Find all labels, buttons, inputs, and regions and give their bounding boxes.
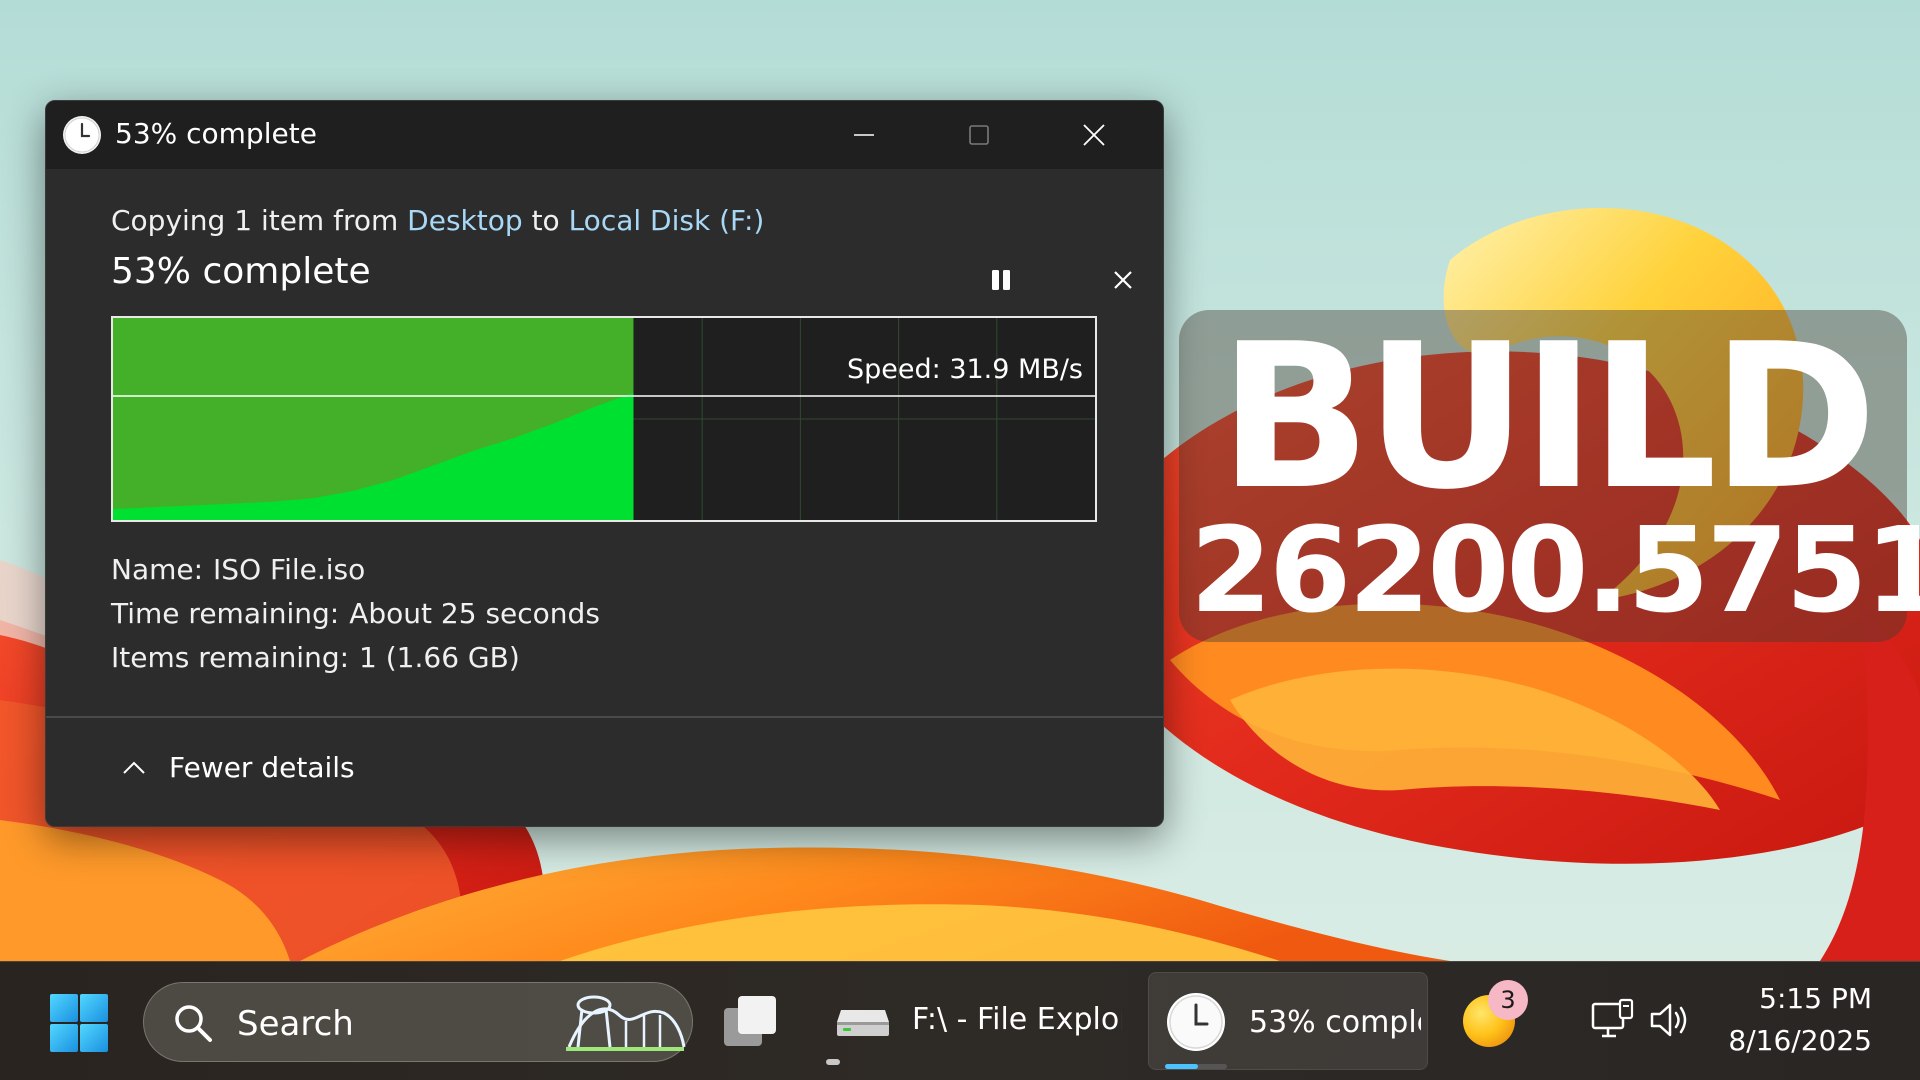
- task-view-icon: [724, 996, 776, 1046]
- destination-link[interactable]: Local Disk (F:): [569, 204, 765, 237]
- speed-label: Speed: 31.9 MB/s: [847, 354, 1083, 385]
- pause-button[interactable]: [986, 265, 1016, 295]
- clock-icon: [63, 116, 101, 154]
- cancel-icon: [1114, 271, 1132, 289]
- clock-time[interactable]: 5:15 PM: [1720, 982, 1872, 1015]
- cancel-copy-button[interactable]: [1108, 265, 1138, 295]
- chevron-up-icon: [123, 761, 145, 774]
- pause-icon: [992, 270, 1010, 290]
- clock-icon: [1167, 993, 1225, 1051]
- taskbar: Search F:\ - File Explorer: [0, 961, 1920, 1080]
- dialog-title: 53% complete: [115, 117, 317, 150]
- name-label: Name:: [111, 553, 204, 586]
- minimize-button[interactable]: [809, 101, 919, 169]
- task-view-button[interactable]: [720, 992, 782, 1052]
- taskbar-file-explorer[interactable]: F:\ - File Explorer: [830, 984, 1130, 1060]
- taskbar-progress-track: [1165, 1064, 1227, 1069]
- footer-divider: [46, 716, 1163, 718]
- speed-graph-canvas: [113, 318, 1095, 520]
- minimize-icon: [854, 134, 874, 136]
- transfer-speed-graph: Speed: 31.9 MB/s: [111, 316, 1097, 522]
- build-overlay-word: BUILD: [1218, 301, 1878, 534]
- fewer-details-toggle[interactable]: Fewer details: [121, 751, 355, 784]
- search-icon: [175, 1005, 212, 1042]
- windows-logo-icon: [50, 994, 108, 1052]
- close-button[interactable]: [1039, 101, 1149, 169]
- copy-connector: to: [531, 204, 560, 237]
- close-icon: [1083, 124, 1105, 146]
- copy-prefix: Copying 1 item from: [111, 204, 399, 237]
- items-label: Items remaining:: [111, 641, 350, 674]
- clock-date[interactable]: 8/16/2025: [1720, 1024, 1872, 1057]
- detail-name: Name: ISO File.iso: [111, 553, 365, 586]
- items-value: 1 (1.66 GB): [359, 641, 520, 674]
- taskbar-search[interactable]: Search: [143, 982, 693, 1062]
- detail-items-remaining: Items remaining: 1 (1.66 GB): [111, 641, 520, 674]
- search-highlight-icon: [566, 995, 686, 1051]
- name-value: ISO File.iso: [213, 553, 366, 586]
- maximize-button[interactable]: [924, 101, 1034, 169]
- build-overlay-number: 26200.5751: [1190, 501, 1920, 639]
- volume-icon[interactable]: [1648, 998, 1694, 1042]
- network-icon[interactable]: [1590, 998, 1634, 1042]
- copy-progress-dialog: 53% complete Copying 1 item from Desktop…: [45, 100, 1164, 827]
- time-value: About 25 seconds: [349, 597, 600, 630]
- search-placeholder: Search: [237, 1004, 354, 1044]
- fewer-details-label: Fewer details: [169, 751, 355, 784]
- detail-time-remaining: Time remaining: About 25 seconds: [111, 597, 600, 630]
- copy-progress-label: 53% complete: [1249, 1005, 1421, 1040]
- percent-complete-heading: 53% complete: [111, 251, 371, 292]
- source-link[interactable]: Desktop: [407, 204, 522, 237]
- dialog-titlebar[interactable]: 53% complete: [46, 101, 1163, 169]
- time-label: Time remaining:: [111, 597, 340, 630]
- running-indicator: [826, 1059, 840, 1065]
- file-explorer-label: F:\ - File Explorer: [912, 1002, 1122, 1037]
- taskbar-copy-progress[interactable]: 53% complete: [1148, 972, 1428, 1070]
- notification-badge: 3: [1488, 980, 1528, 1020]
- maximize-icon: [969, 125, 989, 145]
- taskbar-progress-fill: [1165, 1064, 1198, 1069]
- start-button[interactable]: [48, 992, 110, 1054]
- copy-description: Copying 1 item from Desktop to Local Dis…: [111, 204, 764, 237]
- drive-icon: [837, 1010, 889, 1036]
